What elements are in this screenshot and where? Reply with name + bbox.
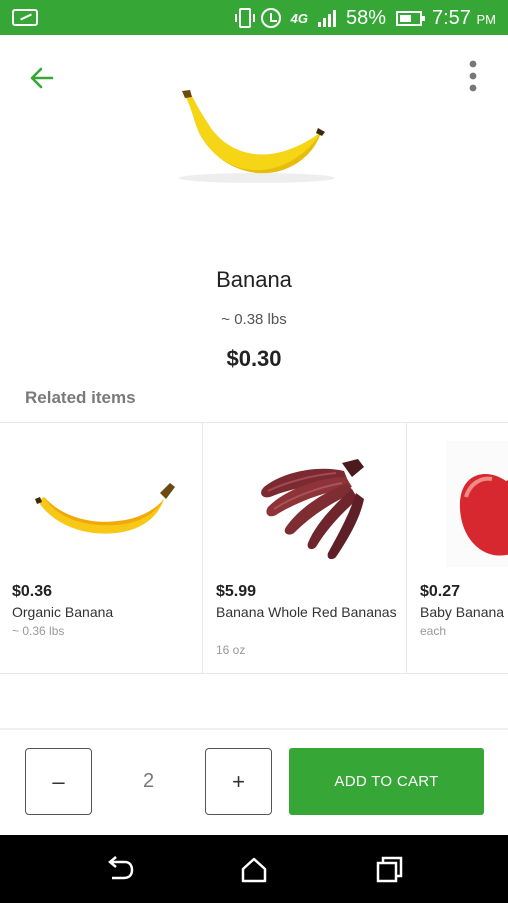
battery-icon (396, 10, 425, 26)
status-icons: 4G 58% 7:57 PM (234, 6, 496, 30)
notification-icon (12, 9, 38, 26)
vibrate-icon (234, 8, 255, 28)
related-item-unit: ~ 0.36 lbs (12, 624, 65, 638)
related-item-unit: 16 oz (216, 643, 246, 657)
status-bar: 4G 58% 7:57 PM (0, 0, 508, 35)
divider (0, 728, 508, 730)
related-item-price: $5.99 (216, 583, 257, 600)
related-item-card[interactable]: $0.27 Baby Banana each (408, 423, 508, 673)
more-vertical-icon (469, 60, 477, 92)
banana-image (179, 90, 335, 183)
add-to-cart-button[interactable]: ADD TO CART (289, 748, 484, 815)
decrease-quantity-button[interactable]: – (25, 748, 92, 815)
related-item-name: Baby Banana (420, 604, 505, 620)
product-weight: ~ 0.38 lbs (221, 311, 287, 328)
battery-percent: 58% (345, 6, 386, 29)
product-price: $0.30 (226, 346, 282, 371)
nav-recents-button[interactable] (372, 853, 406, 887)
product-name: Banana (216, 267, 292, 292)
more-options-button[interactable] (460, 58, 486, 98)
system-nav-bar (0, 835, 508, 903)
alarm-icon (260, 8, 281, 28)
network-type: 4G (290, 10, 308, 26)
related-item-image (224, 437, 389, 577)
nav-back-button[interactable] (103, 853, 137, 887)
related-items-list[interactable]: $0.36 Organic Banana ~ 0.36 lbs $5.99 Ba… (0, 422, 508, 674)
increase-quantity-button[interactable]: + (205, 748, 272, 815)
related-item-card[interactable]: $5.99 Banana Whole Red Bananas 16 oz (204, 423, 407, 673)
arrow-left-icon (30, 67, 54, 89)
related-item-unit: each (420, 624, 447, 638)
quantity-value: 2 (142, 770, 155, 792)
related-item-price: $0.36 (12, 583, 53, 600)
related-item-name: Organic Banana (12, 604, 114, 620)
related-item-price: $0.27 (420, 583, 461, 600)
signal-icon (317, 9, 336, 27)
back-icon (108, 856, 134, 880)
red-banana-bunch-image (261, 459, 364, 560)
clock: 7:57 PM (432, 6, 496, 29)
back-button[interactable] (26, 62, 58, 94)
related-item-card[interactable]: $0.36 Organic Banana ~ 0.36 lbs (0, 423, 203, 673)
product-image (165, 88, 345, 188)
apple-image (446, 441, 508, 567)
related-items-title: Related items (25, 388, 136, 407)
related-item-image (446, 437, 508, 577)
recents-icon (376, 856, 403, 883)
banana-image (35, 483, 175, 534)
nav-home-button[interactable] (237, 853, 271, 887)
related-item-name: Banana Whole Red Bananas (216, 604, 397, 620)
home-icon (241, 857, 267, 883)
related-item-image (20, 437, 185, 577)
